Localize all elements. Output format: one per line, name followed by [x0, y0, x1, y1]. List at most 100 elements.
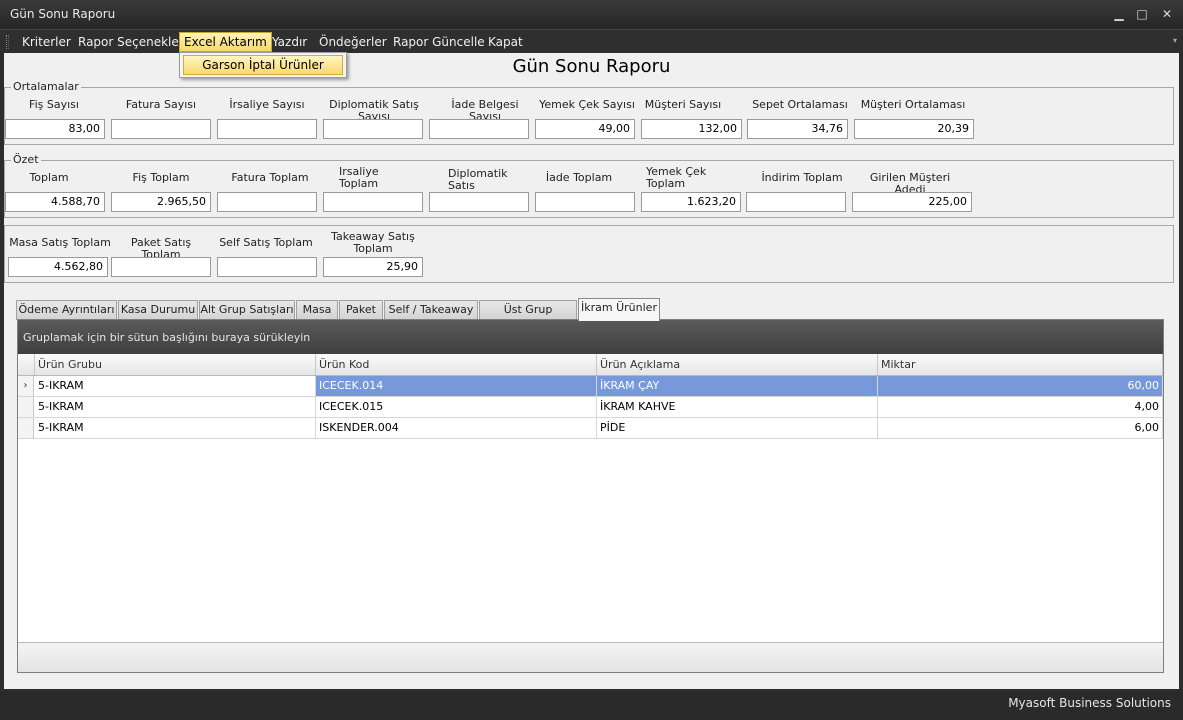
cell-urun-kod[interactable]: ICECEK.015	[316, 397, 597, 417]
menu-overflow-icon[interactable]: ▾	[1173, 36, 1177, 45]
status-text: Myasoft Business Solutions	[1008, 696, 1171, 710]
field-girilen-musteri-adedi[interactable]: 225,00	[852, 192, 972, 212]
tab-self-takeaway[interactable]: Self / Takeaway	[384, 300, 478, 320]
maximize-button[interactable]: □	[1133, 6, 1151, 22]
field-iade-belgesi-sayisi[interactable]	[429, 119, 529, 139]
table-row[interactable]: › 5-IKRAM ICECEK.014 İKRAM ÇAY 60,00	[18, 376, 1163, 397]
cell-urun-grubu[interactable]: 5-IKRAM	[35, 418, 316, 438]
tab-odeme-ayrintilari[interactable]: Ödeme Ayrıntıları	[16, 300, 117, 320]
cell-miktar[interactable]: 4,00	[878, 397, 1163, 417]
field-fatura-toplam[interactable]	[217, 192, 317, 212]
field-sepet-ortalamasi[interactable]: 34,76	[747, 119, 848, 139]
sales-group: Masa Satış Toplam Paket Satış Toplam Sel…	[4, 225, 1174, 283]
tab-masa[interactable]: Masa	[296, 300, 338, 320]
minimize-button[interactable]: ▁	[1110, 6, 1128, 22]
menu-yazdir[interactable]: Yazdır	[268, 32, 311, 52]
tab-ust-grup-satislari[interactable]: Üst Grup Satışları	[479, 300, 577, 334]
label-fis-sayisi: Fiş Sayısı	[29, 98, 79, 111]
menu-rapor-secenekleri[interactable]: Rapor Seçenekleri	[74, 32, 191, 52]
menu-bar: Kriterler Rapor Seçenekleri Excel Aktarı…	[0, 29, 1183, 53]
field-self-satis-toplam[interactable]	[217, 257, 317, 277]
label-masa-satis-toplam: Masa Satış Toplam	[9, 236, 111, 249]
ikram-urunler-grid: Gruplamak için bir sütun başlığını buray…	[17, 319, 1164, 673]
cell-urun-aciklama[interactable]: İKRAM ÇAY	[597, 376, 878, 396]
label-fatura-sayisi: Fatura Sayısı	[125, 98, 197, 111]
field-toplam[interactable]: 4.588,70	[5, 192, 105, 212]
cell-urun-aciklama[interactable]: İKRAM KAHVE	[597, 397, 878, 417]
window-title: Gün Sonu Raporu	[10, 7, 116, 21]
cell-miktar[interactable]: 60,00	[878, 376, 1163, 396]
grid-header-indicator	[18, 354, 35, 375]
column-header-urun-grubu[interactable]: Ürün Grubu	[35, 354, 316, 375]
label-iade-toplam: İade Toplam	[545, 171, 613, 184]
field-takeaway-satis-toplam[interactable]: 25,90	[323, 257, 423, 277]
field-fis-sayisi[interactable]: 83,00	[5, 119, 105, 139]
label-irsaliye-sayisi: İrsaliye Sayısı	[229, 98, 305, 111]
column-header-miktar[interactable]: Miktar	[878, 354, 1163, 375]
field-masa-satis-toplam[interactable]: 4.562,80	[8, 257, 108, 277]
menu-kriterler[interactable]: Kriterler	[18, 32, 75, 52]
row-indicator-cell	[18, 418, 34, 438]
cell-urun-kod[interactable]: ISKENDER.004	[316, 418, 597, 438]
averages-group: Ortalamalar Fiş Sayısı Fatura Sayısı İrs…	[4, 81, 1174, 145]
field-fis-toplam[interactable]: 2.965,50	[111, 192, 211, 212]
field-diplomatik-satis[interactable]	[429, 192, 529, 212]
field-yemek-cek-toplam[interactable]: 1.623,20	[641, 192, 741, 212]
field-musteri-ortalamasi[interactable]: 20,39	[854, 119, 974, 139]
report-content: Gün Sonu Raporu Ortalamalar Fiş Sayısı F…	[4, 53, 1179, 689]
averages-legend: Ortalamalar	[11, 80, 81, 93]
title-bar: Gün Sonu Raporu ▁ □ ✕	[0, 0, 1183, 29]
label-musteri-ortalamasi: Müşteri Ortalaması	[860, 98, 966, 111]
label-takeaway-satis-toplam: Takeaway Satış Toplam	[331, 230, 415, 255]
summary-group: Özet Toplam Fiş Toplam Fatura Toplam Irs…	[4, 154, 1174, 218]
cell-urun-grubu[interactable]: 5-IKRAM	[35, 397, 316, 417]
label-musteri-sayisi: Müşteri Sayısı	[644, 98, 722, 111]
summary-legend: Özet	[11, 153, 41, 166]
field-musteri-sayisi[interactable]: 132,00	[641, 119, 742, 139]
field-fatura-sayisi[interactable]	[111, 119, 211, 139]
label-indirim-toplam: İndirim Toplam	[761, 171, 843, 184]
field-diplomatik-satis-sayisi[interactable]	[323, 119, 423, 139]
column-header-urun-kod[interactable]: Ürün Kod	[316, 354, 597, 375]
cell-urun-kod[interactable]: ICECEK.014	[316, 376, 597, 396]
close-button[interactable]: ✕	[1158, 6, 1176, 22]
group-by-area[interactable]: Gruplamak için bir sütun başlığını buray…	[18, 320, 1163, 354]
cell-urun-grubu[interactable]: 5-IKRAM	[35, 376, 316, 396]
cell-miktar[interactable]: 6,00	[878, 418, 1163, 438]
menu-ondegerler[interactable]: Öndeğerler	[315, 32, 391, 52]
table-row[interactable]: 5-IKRAM ISKENDER.004 PİDE 6,00	[18, 418, 1163, 439]
menu-kapat[interactable]: Kapat	[484, 32, 527, 52]
label-fis-toplam: Fiş Toplam	[132, 171, 190, 184]
field-irsaliye-toplam[interactable]	[323, 192, 423, 212]
tab-kasa-durumu[interactable]: Kasa Durumu	[118, 300, 198, 320]
field-paket-satis-toplam[interactable]	[111, 257, 211, 277]
field-irsaliye-sayisi[interactable]	[217, 119, 317, 139]
label-fatura-toplam: Fatura Toplam	[231, 171, 309, 184]
dropdown-item-garson-iptal-urunler[interactable]: Garson İptal Ürünler	[183, 55, 343, 75]
toolbar-grip-icon[interactable]	[6, 35, 9, 49]
label-sepet-ortalamasi: Sepet Ortalaması	[752, 98, 848, 111]
row-indicator-cell	[18, 397, 34, 417]
column-header-urun-aciklama[interactable]: Ürün Açıklama	[597, 354, 878, 375]
grid-footer	[18, 642, 1163, 672]
status-bar: Myasoft Business Solutions	[0, 692, 1183, 720]
tab-paket[interactable]: Paket	[339, 300, 383, 320]
label-toplam: Toplam	[29, 171, 69, 184]
field-iade-toplam[interactable]	[535, 192, 635, 212]
label-irsaliye-toplam: Irsaliye Toplam	[339, 165, 379, 190]
label-yemek-cek-sayisi: Yemek Çek Sayısı	[539, 98, 635, 111]
menu-rapor-guncelle[interactable]: Rapor Güncelle	[389, 32, 489, 52]
label-diplomatik-satis: Diplomatik Satıs	[448, 167, 508, 192]
tab-ikram-urunler[interactable]: İkram Ürünler	[578, 298, 660, 321]
row-indicator-icon: ›	[18, 376, 34, 396]
label-self-satis-toplam: Self Satış Toplam	[219, 236, 313, 249]
cell-urun-aciklama[interactable]: PİDE	[597, 418, 878, 438]
tab-alt-grup-satislari[interactable]: Alt Grup Satışları	[199, 300, 295, 320]
table-row[interactable]: 5-IKRAM ICECEK.015 İKRAM KAHVE 4,00	[18, 397, 1163, 418]
excel-aktarim-dropdown: Garson İptal Ürünler	[179, 52, 347, 78]
menu-excel-aktarim[interactable]: Excel Aktarım	[179, 32, 272, 52]
field-indirim-toplam[interactable]	[746, 192, 846, 212]
label-yemek-cek-toplam: Yemek Çek Toplam	[646, 165, 707, 190]
grid-header: Ürün Grubu Ürün Kod Ürün Açıklama Miktar	[18, 354, 1163, 376]
field-yemek-cek-sayisi[interactable]: 49,00	[535, 119, 635, 139]
